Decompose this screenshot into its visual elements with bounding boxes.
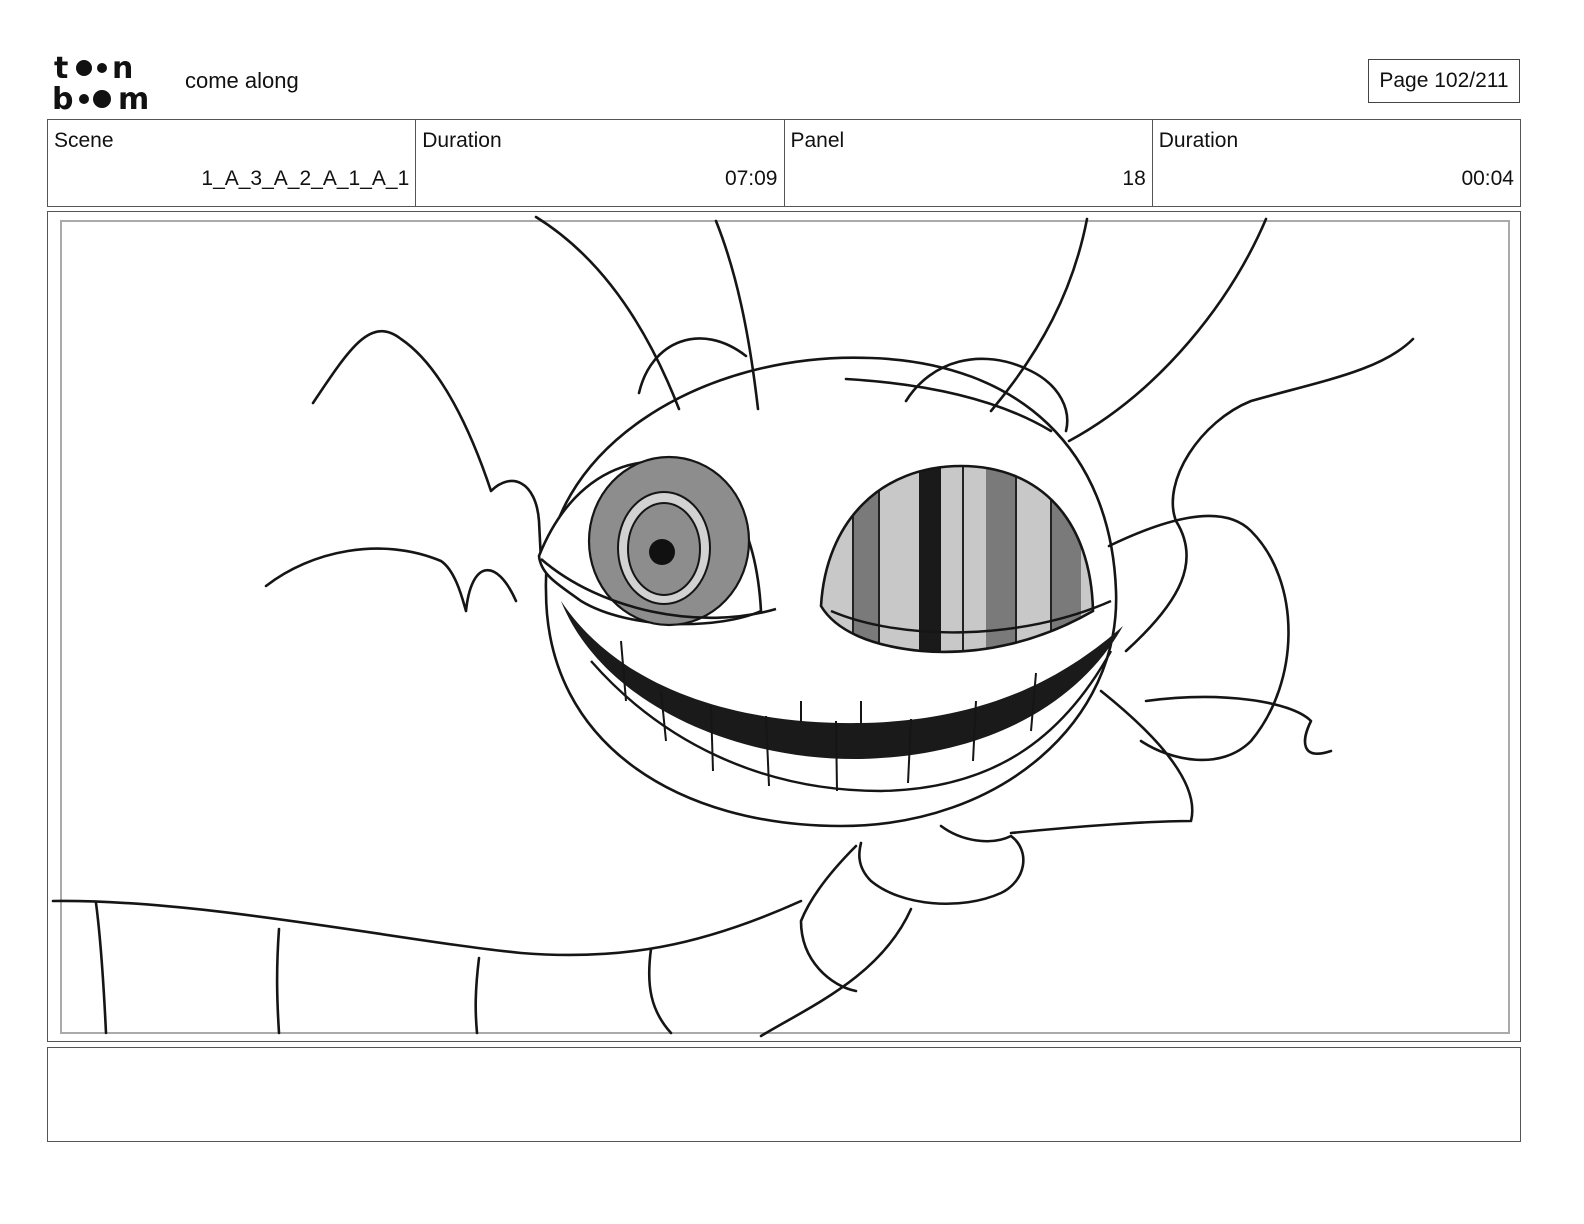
safe-area-border xyxy=(60,220,1510,1034)
scene-label: Scene xyxy=(54,129,114,152)
left-eye xyxy=(537,455,777,627)
panel-info-table: Scene 1_A_3_A_2_A_1_A_1 Duration 07:09 P… xyxy=(47,119,1521,207)
page-indicator: Page 102/211 xyxy=(1368,59,1520,103)
svg-text:n: n xyxy=(112,51,133,86)
right-eye xyxy=(819,464,1112,654)
project-title: come along xyxy=(185,68,299,93)
toonboom-logo: t n b m xyxy=(52,51,149,112)
sketch-lines xyxy=(51,215,1415,1038)
panel-duration-label: Duration xyxy=(1158,129,1239,152)
svg-text:t: t xyxy=(54,51,68,86)
storyboard-drawing xyxy=(51,215,1510,1038)
svg-text:b: b xyxy=(52,82,73,112)
scene-value: 1_A_3_A_2_A_1_A_1 xyxy=(201,167,410,190)
panel-value: 18 xyxy=(1122,167,1146,190)
scene-cell: Scene 1_A_3_A_2_A_1_A_1 xyxy=(48,120,417,206)
scene-duration-label: Duration xyxy=(422,129,502,152)
panel-duration-cell: Duration 00:04 xyxy=(1153,120,1520,206)
panel-label: Panel xyxy=(790,129,845,152)
panel-cell: Panel 18 xyxy=(785,120,1153,206)
panel-duration-value: 00:04 xyxy=(1461,167,1514,190)
panel-image-frame xyxy=(47,211,1521,1042)
scene-duration-value: 07:09 xyxy=(724,167,778,190)
svg-text:m: m xyxy=(118,82,149,112)
scene-duration-cell: Duration 07:09 xyxy=(416,120,785,206)
panel-notes-box xyxy=(47,1047,1521,1142)
